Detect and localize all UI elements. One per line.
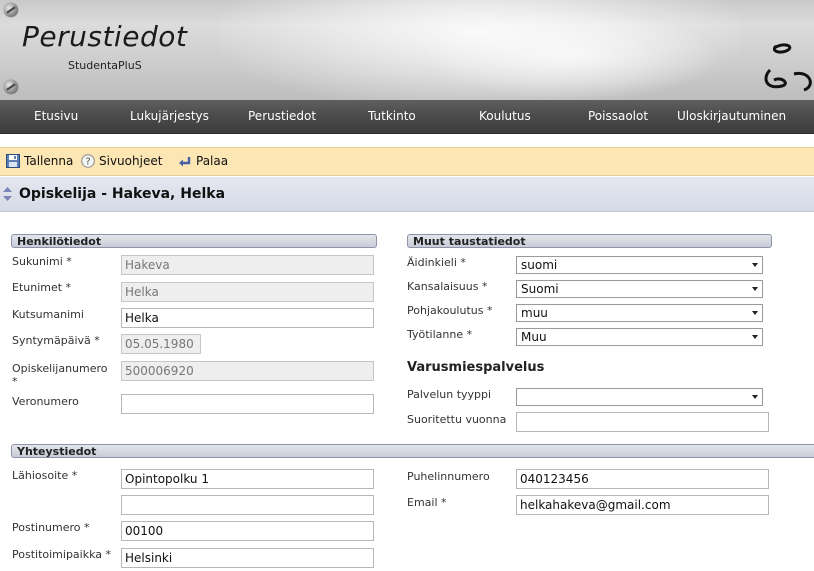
help-label: Sivuohjeet bbox=[99, 154, 163, 168]
taxno-label: Veronumero bbox=[12, 395, 79, 408]
birthdate-field[interactable] bbox=[121, 334, 201, 354]
app-header: Perustiedot StudentaPluS bbox=[0, 0, 814, 100]
back-button[interactable]: Palaa bbox=[178, 152, 232, 170]
nav-item-poissaolot[interactable]: Poissaolot bbox=[588, 100, 648, 133]
nav-item-etusivu[interactable]: Etusivu bbox=[34, 100, 78, 133]
birthdate-label: Syntymäpäivä * bbox=[12, 334, 100, 347]
surname-field[interactable] bbox=[121, 255, 374, 275]
city-field[interactable] bbox=[121, 548, 374, 568]
phone-label: Puhelinnumero bbox=[407, 470, 490, 483]
brand-logo-icon bbox=[764, 43, 812, 92]
taxno-field[interactable] bbox=[121, 394, 374, 414]
save-button[interactable]: Tallenna bbox=[6, 152, 76, 170]
chevron-down-icon bbox=[752, 335, 758, 339]
collapse-toggle-icon[interactable] bbox=[3, 187, 12, 201]
city-label: Postitoimipaikka * bbox=[12, 548, 112, 561]
help-button[interactable]: ? Sivuohjeet bbox=[81, 152, 165, 170]
email-label: Email * bbox=[407, 496, 447, 509]
svg-text:?: ? bbox=[85, 157, 90, 168]
language-label: Äidinkieli * bbox=[407, 256, 466, 269]
education-select[interactable]: muu bbox=[516, 304, 763, 322]
studentno-label: Opiskelijanumero * bbox=[12, 362, 108, 388]
postcode-label: Postinumero * bbox=[12, 521, 90, 534]
address-line2-field[interactable] bbox=[121, 495, 374, 515]
nav-item-uloskirjautuminen[interactable]: Uloskirjautuminen bbox=[677, 100, 786, 133]
page-title: Opiskelija - Hakeva, Helka bbox=[19, 186, 226, 202]
employment-select-value: Muu bbox=[521, 330, 547, 344]
service-type-select[interactable] bbox=[516, 388, 763, 406]
chevron-down-icon bbox=[752, 287, 758, 291]
military-service-heading: Varusmiespalvelus bbox=[407, 360, 545, 375]
email-field[interactable] bbox=[516, 495, 769, 515]
chevron-down-icon bbox=[752, 263, 758, 267]
page-title-bar: Opiskelija - Hakeva, Helka bbox=[0, 177, 814, 212]
back-label: Palaa bbox=[196, 154, 229, 168]
callname-label: Kutsumanimi bbox=[12, 308, 84, 321]
service-year-label: Suoritettu vuonna bbox=[407, 413, 507, 426]
help-icon: ? bbox=[81, 154, 95, 168]
app-subtitle: StudentaPluS bbox=[68, 59, 142, 72]
employment-label: Työtilanne * bbox=[407, 328, 473, 341]
chevron-down-icon bbox=[752, 395, 758, 399]
studentno-field[interactable] bbox=[121, 361, 374, 381]
employment-select[interactable]: Muu bbox=[516, 328, 763, 346]
phone-field[interactable] bbox=[516, 469, 769, 489]
address-label: Lähiosoite * bbox=[12, 469, 78, 482]
app-title: Perustiedot bbox=[22, 20, 188, 53]
education-label: Pohjakoulutus * bbox=[407, 304, 493, 317]
language-select[interactable]: suomi bbox=[516, 256, 763, 274]
section-header-contact: Yhteystiedot bbox=[11, 444, 814, 458]
header-sheen-highlight bbox=[420, 10, 720, 100]
surname-label: Sukunimi * bbox=[12, 255, 72, 268]
nationality-select[interactable]: Suomi bbox=[516, 280, 763, 298]
firstnames-field[interactable] bbox=[121, 282, 374, 302]
address-field[interactable] bbox=[121, 469, 374, 489]
back-arrow-icon bbox=[179, 157, 191, 167]
education-select-value: muu bbox=[521, 306, 548, 320]
nav-item-tutkinto[interactable]: Tutkinto bbox=[368, 100, 416, 133]
screw-icon bbox=[4, 80, 18, 94]
nav-item-lukujarjestys[interactable]: Lukujärjestys bbox=[130, 100, 209, 133]
postcode-field[interactable] bbox=[121, 521, 374, 541]
service-type-label: Palvelun tyyppi bbox=[407, 388, 492, 401]
action-toolbar: Tallenna ? Sivuohjeet Palaa bbox=[0, 147, 814, 176]
firstnames-label: Etunimet * bbox=[12, 281, 72, 294]
screw-icon bbox=[4, 3, 18, 17]
section-header-background: Muut taustatiedot bbox=[407, 234, 772, 248]
nav-item-koulutus[interactable]: Koulutus bbox=[479, 100, 531, 133]
chevron-down-icon bbox=[752, 311, 758, 315]
save-label: Tallenna bbox=[24, 154, 74, 168]
callname-field[interactable] bbox=[121, 308, 374, 328]
nationality-select-value: Suomi bbox=[521, 282, 559, 296]
nav-item-perustiedot[interactable]: Perustiedot bbox=[248, 100, 316, 133]
service-year-field[interactable] bbox=[516, 412, 769, 432]
language-select-value: suomi bbox=[521, 258, 558, 272]
save-icon bbox=[6, 154, 20, 168]
section-header-personal: Henkilötiedot bbox=[11, 234, 377, 248]
main-nav: Etusivu Lukujärjestys Perustiedot Tutkin… bbox=[0, 100, 814, 134]
nationality-label: Kansalaisuus * bbox=[407, 280, 488, 293]
